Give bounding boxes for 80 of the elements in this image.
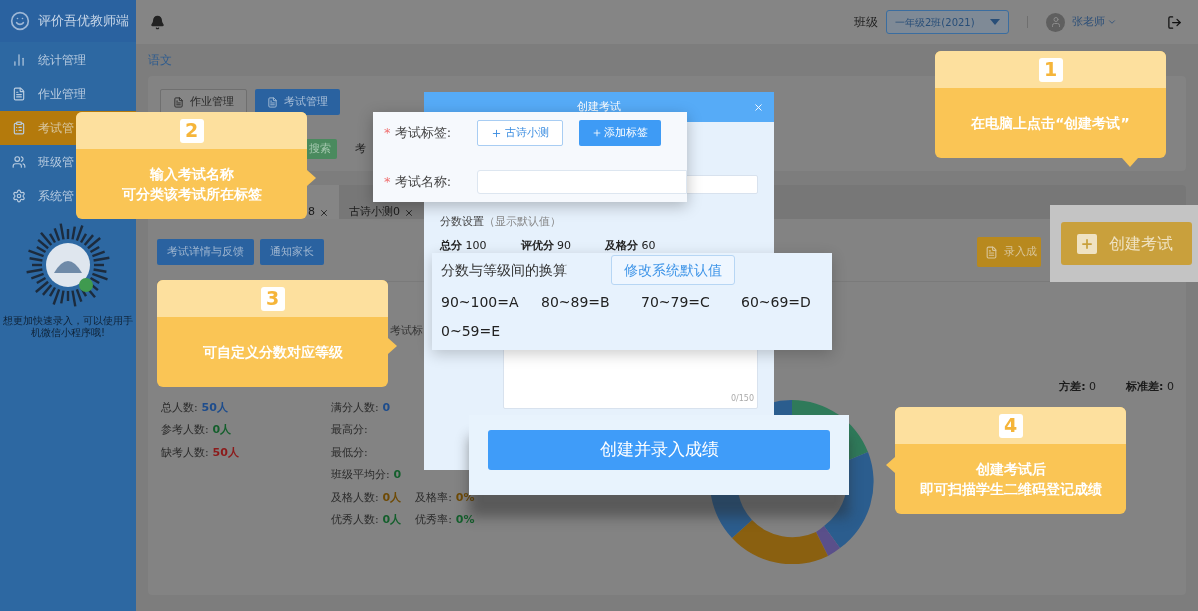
module-tab[interactable]: 考试管理 <box>255 89 340 115</box>
avatar[interactable] <box>1046 12 1065 32</box>
user-name[interactable]: 张老师 <box>1072 13 1105 31</box>
chart-icon <box>12 53 26 67</box>
close-icon[interactable] <box>753 101 764 113</box>
add-tag-button[interactable]: 添加标签 <box>579 120 661 146</box>
user-icon <box>1049 16 1062 28</box>
stat-text: 总人数: 50人 <box>161 399 229 416</box>
field-label: 考试标 <box>390 324 423 337</box>
stat-text: 班级平均分: 0 <box>331 467 402 483</box>
stat-text: 及格人数: 0人 <box>331 489 402 506</box>
document-icon <box>985 245 998 259</box>
create-exam-button[interactable]: 创建考试 <box>1061 222 1192 265</box>
callout-text: 在电脑上点击“创建考试” <box>971 114 1130 133</box>
score-setting: 及格分 60 <box>605 238 656 254</box>
class-label: 班级 <box>854 14 878 31</box>
clipboard-icon <box>12 121 26 135</box>
logo-icon <box>10 11 30 31</box>
grade-rule: 60~69=D <box>741 293 812 312</box>
people-icon <box>12 155 26 169</box>
step-number: 2 <box>179 118 204 143</box>
stat-text: 最高分: <box>331 422 368 438</box>
dialog-title: 创建考试 <box>577 98 621 115</box>
section-title: 分数与等级间的换算 <box>441 260 568 280</box>
stat-text: 缺考人数: 50人 <box>161 444 240 461</box>
step-number: 1 <box>1038 57 1063 82</box>
step-number: 3 <box>260 286 285 311</box>
plus-icon <box>491 127 502 139</box>
stat-text: 及格率: 0% <box>415 489 475 506</box>
tag-button[interactable]: 古诗小测 <box>477 120 563 146</box>
qr-caption: 想更加快速录入，可以使用手机微信小程序哦! <box>2 315 134 339</box>
bell-icon[interactable] <box>150 14 165 30</box>
logout-icon[interactable] <box>1167 14 1182 30</box>
breadcrumb[interactable]: 语文 <box>148 51 172 69</box>
grade-rule: 70~79=C <box>641 293 711 312</box>
document-icon <box>12 87 26 101</box>
stat-text: 参考人数: 0人 <box>161 422 233 438</box>
module-tab[interactable]: 作业管理 <box>160 89 247 115</box>
callout-text: 创建考试后 <box>975 460 1046 479</box>
stat-text: 方差: 0 <box>1059 379 1097 395</box>
sidebar-item[interactable]: 统计管理 <box>0 43 136 77</box>
callout-text: 可分类该考试所在标签 <box>121 185 262 204</box>
sidebar-item[interactable]: 班级管 <box>0 145 136 179</box>
stat-text: 优秀人数: 0人 <box>331 512 402 528</box>
sidebar-item[interactable]: 作业管理 <box>0 77 136 111</box>
field-label: * 考试标签: <box>384 124 453 143</box>
stat-text: 标准差: 0 <box>1126 379 1174 395</box>
action-button[interactable]: 考试详情与反馈 <box>157 239 254 265</box>
mini-program-code-icon <box>24 221 112 309</box>
record-button[interactable]: 录入成 <box>977 237 1041 267</box>
score-setting: 总分 100 <box>440 238 487 254</box>
filter-label: 考 <box>355 140 366 157</box>
section-title: 分数设置（显示默认值） <box>440 215 561 228</box>
grade-rule: 80~89=B <box>541 293 611 312</box>
edit-default-button[interactable]: 修改系统默认值 <box>611 255 735 285</box>
callout-text: 即可扫描学生二维码登记成绩 <box>919 480 1102 499</box>
grade-rule: 0~59=E <box>441 322 502 341</box>
plus-icon <box>1077 233 1097 254</box>
document-icon <box>267 96 278 108</box>
document-icon <box>173 96 184 108</box>
close-icon[interactable] <box>404 208 414 218</box>
close-icon[interactable] <box>319 208 329 218</box>
grade-rule: 90~100=A <box>441 293 520 312</box>
create-and-record-button[interactable]: 创建并录入成绩 <box>488 430 830 470</box>
step-number: 4 <box>998 413 1023 438</box>
score-setting: 评优分 90 <box>520 238 571 254</box>
callout-text: 输入考试名称 <box>149 165 234 184</box>
chevron-icon <box>1107 17 1117 27</box>
action-button[interactable]: 通知家长 <box>260 239 324 265</box>
field-label: * 考试名称: <box>384 173 453 192</box>
plus-icon <box>592 128 602 138</box>
app-title: 评价吾优教师端 <box>38 12 129 31</box>
stat-text: 满分人数: 0 <box>331 399 391 416</box>
stat-text: 优秀率: 0% <box>415 512 475 528</box>
exam-name-input[interactable] <box>477 170 687 194</box>
char-counter: 0/150 <box>730 392 754 405</box>
settings-icon <box>12 189 26 203</box>
callout-text: 可自定义分数对应等级 <box>202 343 343 362</box>
stat-text: 最低分: <box>331 444 368 461</box>
caret-icon <box>990 19 1000 25</box>
